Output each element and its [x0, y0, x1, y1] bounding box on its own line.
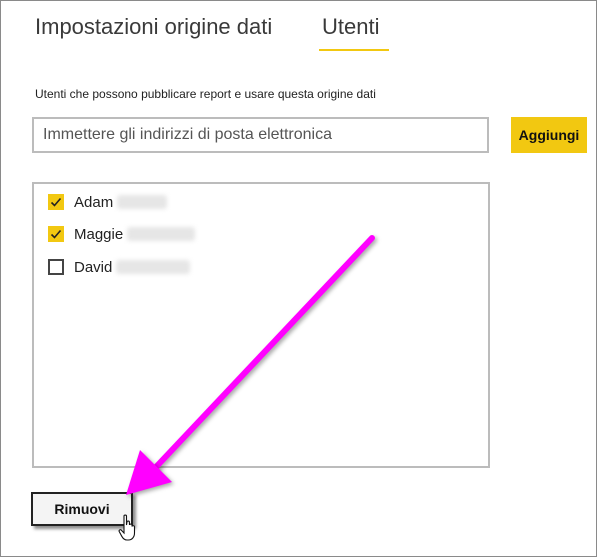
user-checkbox[interactable]	[48, 194, 64, 210]
tab-users[interactable]: Utenti	[322, 14, 379, 40]
user-row-david[interactable]: David	[48, 255, 191, 279]
users-list: Adam Maggie David	[32, 182, 490, 468]
user-row-adam[interactable]: Adam	[48, 190, 168, 214]
blurred-surname	[127, 227, 196, 241]
hand-cursor-icon	[118, 514, 136, 541]
user-first-name: Adam	[74, 193, 114, 211]
email-input[interactable]	[32, 117, 489, 153]
blurred-surname	[117, 195, 168, 209]
add-button[interactable]: Aggiungi	[511, 117, 587, 153]
checkmark-icon	[50, 229, 62, 239]
user-first-name: David	[74, 258, 113, 276]
user-checkbox[interactable]	[48, 259, 64, 275]
user-row-maggie[interactable]: Maggie	[48, 222, 196, 246]
tab-data-source-settings[interactable]: Impostazioni origine dati	[35, 14, 272, 40]
active-tab-indicator	[319, 49, 389, 51]
users-caption: Utenti che possono pubblicare report e u…	[35, 87, 376, 101]
checkmark-icon	[50, 197, 62, 207]
user-first-name: Maggie	[74, 225, 124, 243]
blurred-surname	[116, 260, 191, 274]
user-checkbox[interactable]	[48, 226, 64, 242]
